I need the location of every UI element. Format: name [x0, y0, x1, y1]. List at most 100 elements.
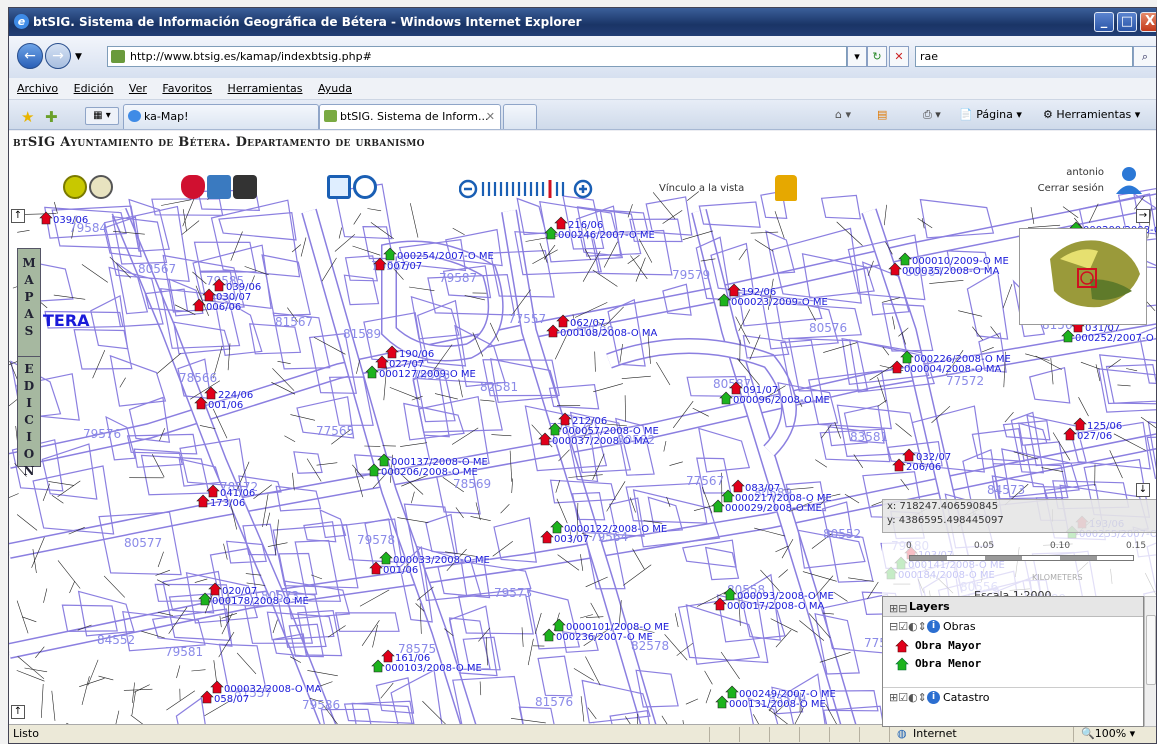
obra-menor-marker-icon[interactable] [719, 391, 733, 405]
menu-ayuda[interactable]: Ayuda [318, 82, 352, 95]
layer-row-obras[interactable]: ⊟☑◐⇕ i Obras [883, 617, 1143, 637]
obra-label[interactable]: 000206/2008-O ME [381, 467, 478, 478]
user-avatar-icon[interactable] [1114, 165, 1144, 195]
obra-mayor-marker-icon[interactable] [892, 458, 906, 472]
zoom-box-icon[interactable] [327, 175, 351, 199]
tab-mapas[interactable]: M A P A S [18, 249, 40, 357]
obra-menor-marker-icon[interactable] [1061, 329, 1075, 343]
obra-menor-marker-icon[interactable] [715, 695, 729, 709]
obra-label[interactable]: 003/07 [554, 534, 589, 545]
tab-kamap[interactable]: ka-Map! [123, 104, 319, 129]
obra-mayor-marker-icon[interactable] [546, 324, 560, 338]
obra-mayor-marker-icon[interactable] [1063, 427, 1077, 441]
add-favorite-heart-icon[interactable] [181, 175, 205, 199]
scrollbar-thumb[interactable] [1146, 615, 1156, 685]
layer-info-icon[interactable]: i [927, 620, 940, 633]
refresh-button[interactable]: ↻ [867, 46, 887, 67]
obra-menor-marker-icon[interactable] [717, 293, 731, 307]
obra-label[interactable]: 000131/2008-O ME [729, 699, 826, 710]
pan-up-bottom-icon[interactable]: ↑ [11, 705, 25, 719]
obra-label[interactable]: 000236/2007-O ME [556, 632, 653, 643]
info-icon[interactable] [63, 175, 87, 199]
pan-up-left-icon[interactable]: ↑ [11, 209, 25, 223]
page-menu[interactable]: 📄 Página ▾ [959, 108, 1022, 121]
expand-catastro-icon[interactable]: ⊞☑◐⇕ [889, 688, 927, 708]
menu-archivo[interactable]: Archivo [17, 82, 58, 95]
layer-row-catastro[interactable]: ⊞☑◐⇕ i Catastro [883, 687, 1143, 707]
obra-mayor-marker-icon[interactable] [39, 211, 53, 225]
close-tab-icon[interactable]: ✕ [486, 105, 495, 128]
obra-label[interactable]: 039/06 [53, 215, 88, 226]
obra-label[interactable]: 000096/2008-O ME [733, 395, 830, 406]
maximize-button[interactable]: □ [1117, 12, 1137, 32]
obra-mayor-marker-icon[interactable] [192, 298, 206, 312]
layers-header[interactable]: ⊞⊟ Layers [883, 597, 1143, 617]
link-view-text[interactable]: Vínculo a la vista [659, 183, 744, 194]
menu-ver[interactable]: Ver [129, 82, 147, 95]
obra-menor-marker-icon[interactable] [371, 659, 385, 673]
obra-label[interactable]: 206/06 [906, 462, 941, 473]
obra-label[interactable]: 000035/2008-O MA [902, 266, 999, 277]
obra-menor-marker-icon[interactable] [198, 592, 212, 606]
history-dropdown-icon[interactable]: ▼ [75, 52, 82, 62]
obra-label[interactable]: 006/06 [206, 302, 241, 313]
obra-mayor-marker-icon[interactable] [888, 262, 902, 276]
menu-herramientas[interactable]: Herramientas [228, 82, 303, 95]
obra-label[interactable]: 000252/2007-O ME [1075, 333, 1156, 344]
obra-label[interactable]: 007/07 [387, 261, 422, 272]
obra-label[interactable]: 001/06 [208, 400, 243, 411]
minimize-button[interactable]: _ [1094, 12, 1114, 32]
obra-menor-marker-icon[interactable] [367, 463, 381, 477]
obra-mayor-marker-icon[interactable] [196, 494, 210, 508]
obra-label[interactable]: 000037/2008-O MA [552, 436, 649, 447]
menu-edicion[interactable]: Edición [74, 82, 114, 95]
print-map-icon[interactable] [207, 175, 231, 199]
obra-mayor-marker-icon[interactable] [369, 561, 383, 575]
obra-label[interactable]: 173/06 [210, 498, 245, 509]
layer-info-icon[interactable]: i [927, 691, 940, 704]
obra-label[interactable]: 000004/2008-O MA [904, 364, 1001, 375]
favorites-star-icon[interactable]: ★ [21, 108, 34, 126]
pan-down-icon[interactable]: ↓ [1136, 483, 1150, 497]
pan-right-icon[interactable]: → [1136, 209, 1150, 223]
obra-label[interactable]: 000017/2008-O MA [727, 601, 824, 612]
tools-menu[interactable]: ⚙ Herramientas ▾ [1043, 108, 1140, 121]
logout-link[interactable]: Cerrar sesión [1038, 181, 1104, 197]
back-button[interactable]: ← [17, 43, 43, 69]
obra-menor-marker-icon[interactable] [544, 226, 558, 240]
obra-label[interactable]: 001/06 [383, 565, 418, 576]
search-input[interactable]: rae [915, 46, 1133, 67]
search-binoculars-icon[interactable] [233, 175, 257, 199]
close-window-button[interactable]: X [1140, 12, 1156, 32]
obra-label[interactable]: 000029/2008-O ME [725, 503, 822, 514]
search-icon[interactable]: ⌕ [1133, 46, 1156, 67]
obra-label[interactable]: 058/07 [214, 694, 249, 705]
obra-mayor-marker-icon[interactable] [200, 690, 214, 704]
lock-icon[interactable] [775, 175, 797, 201]
obra-menor-marker-icon[interactable] [542, 628, 556, 642]
obra-mayor-marker-icon[interactable] [540, 530, 554, 544]
obra-menor-marker-icon[interactable] [711, 499, 725, 513]
obra-mayor-marker-icon[interactable] [890, 360, 904, 374]
layers-scrollbar[interactable] [1144, 596, 1156, 727]
url-dropdown-icon[interactable]: ▾ [847, 46, 867, 67]
zoom-slider[interactable] [458, 179, 601, 199]
feeds-icon[interactable]: ▤ [877, 108, 887, 121]
tab-edicion[interactable]: E D I C I O N [18, 357, 40, 480]
obra-label[interactable]: 000246/2007-O ME [558, 230, 655, 241]
obra-mayor-marker-icon[interactable] [713, 597, 727, 611]
add-favorites-icon[interactable]: ✚ [45, 108, 58, 126]
obra-label[interactable]: 000023/2009-O ME [731, 297, 828, 308]
collapse-all-icon[interactable]: ⊞⊟ [889, 599, 907, 619]
obra-mayor-marker-icon[interactable] [194, 396, 208, 410]
print-icon[interactable]: ⎙ ▾ [923, 108, 941, 122]
obra-label[interactable]: 000178/2008-O ME [212, 596, 309, 607]
obra-label[interactable]: 000108/2008-O MA [560, 328, 657, 339]
title-bar[interactable]: e btSIG. Sistema de Información Geográfi… [9, 8, 1156, 36]
menu-favoritos[interactable]: Favoritos [162, 82, 212, 95]
home-icon[interactable]: ⌂ ▾ [835, 108, 851, 121]
overview-map[interactable] [1019, 228, 1147, 325]
obra-label[interactable]: 000103/2008-O ME [385, 663, 482, 674]
pan-hand-icon[interactable] [89, 175, 113, 199]
obra-mayor-marker-icon[interactable] [538, 432, 552, 446]
